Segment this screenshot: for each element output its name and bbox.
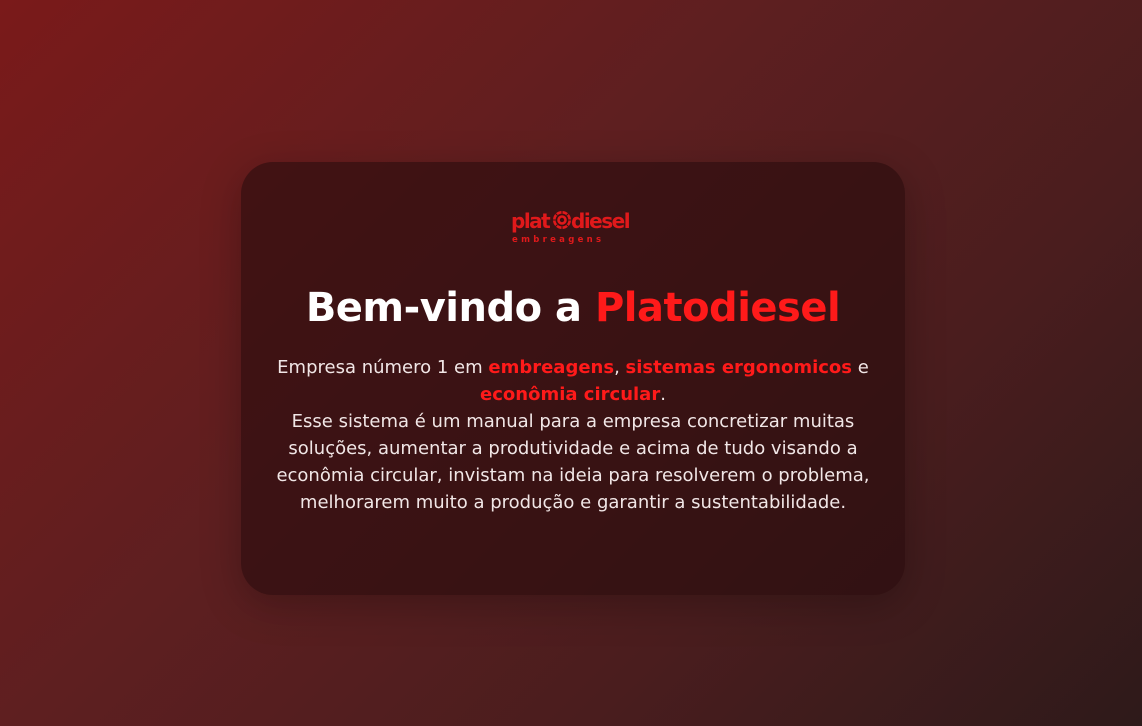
description-body: Esse sistema é um manual para a empresa …	[276, 411, 870, 513]
welcome-card: plat diesel embreagens Bem-vindo a Plato…	[241, 162, 905, 595]
description-period: .	[660, 384, 666, 405]
company-description: Empresa número 1 em embreagens, sistemas…	[269, 354, 877, 516]
logo-mark: plat diesel embreagens	[511, 209, 631, 245]
description-separator-2: e	[852, 357, 869, 378]
title-prefix: Bem-vindo a	[305, 285, 595, 331]
clutch-disc-icon	[553, 211, 571, 229]
logo-wordmark-right: diesel	[571, 209, 630, 233]
description-separator-1: ,	[614, 357, 626, 378]
logo-tagline: embreagens	[512, 235, 604, 245]
description-intro: Empresa número 1 em	[277, 357, 489, 378]
platodiesel-logo: plat diesel embreagens	[241, 208, 905, 248]
highlight-embreagens: embreagens	[488, 357, 615, 378]
highlight-sistemas-ergonomicos: sistemas ergonomicos	[625, 357, 853, 378]
highlight-economia-circular: econômia circular	[480, 384, 661, 405]
page-title: Bem-vindo a Platodiesel	[241, 282, 905, 334]
logo-wordmark-left: plat	[511, 209, 551, 233]
title-brand: Platodiesel	[594, 285, 841, 331]
